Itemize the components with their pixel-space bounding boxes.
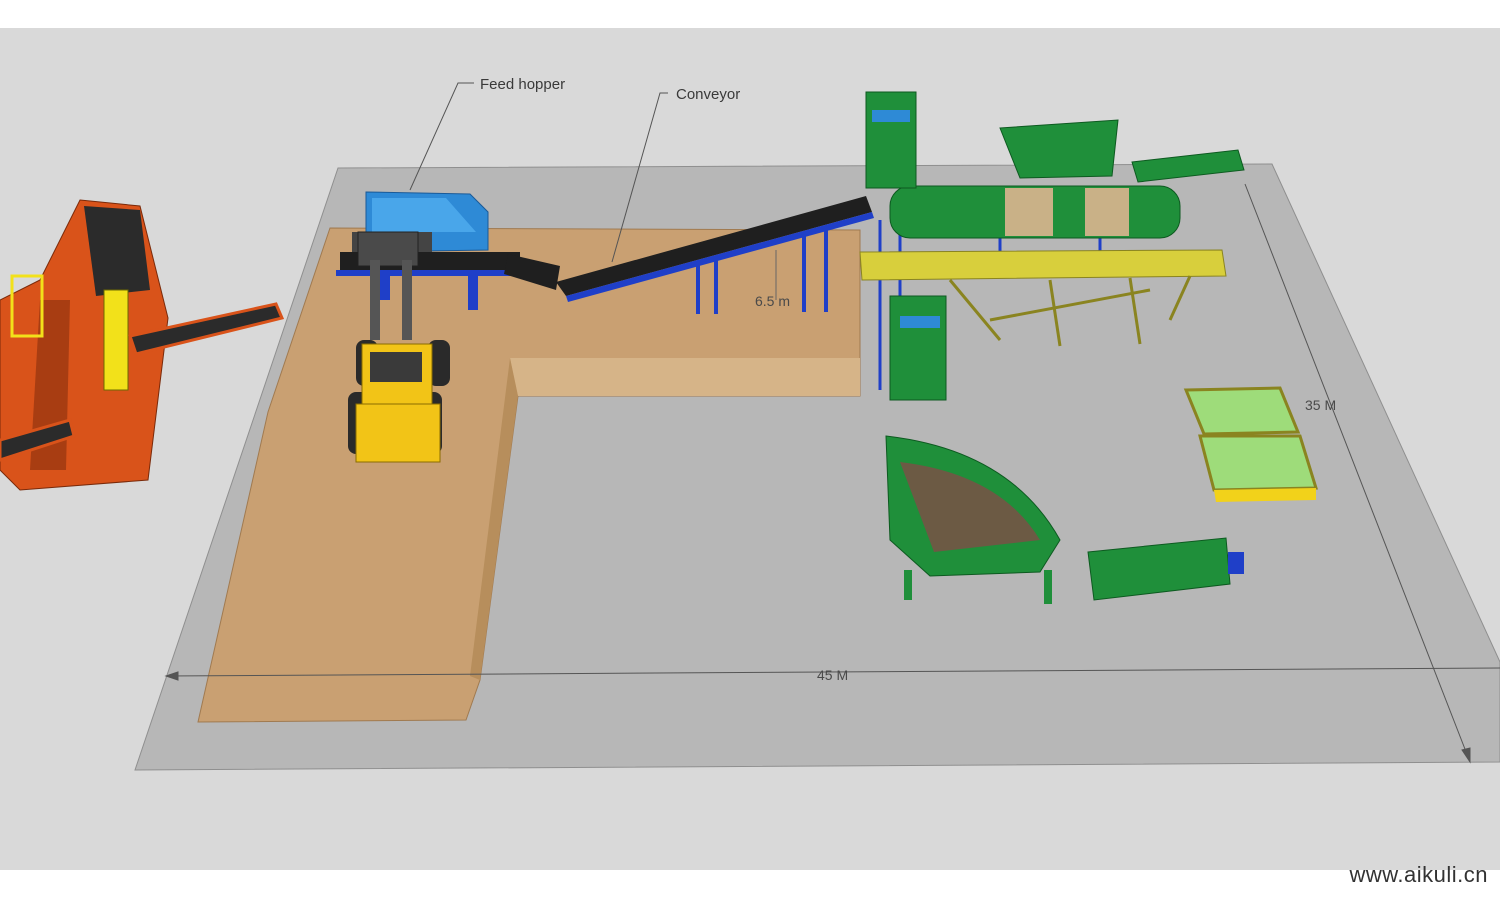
sand-step-face [510,358,860,396]
conveyor-height-label: 6.5 m [755,293,790,309]
conveyor-label: Conveyor [676,86,740,103]
plant-layout-scene: 45 M 35 M Feed hopper Conveyor 6.5 m [0,0,1500,900]
watermark: www.aikuli.cn [1349,862,1488,887]
bottom-white-band [0,870,1500,900]
length-dimension-label: 45 M [817,667,848,683]
feed-hopper-label: Feed hopper [480,76,565,93]
width-dimension-label: 35 M [1305,397,1336,413]
top-white-band [0,0,1500,28]
